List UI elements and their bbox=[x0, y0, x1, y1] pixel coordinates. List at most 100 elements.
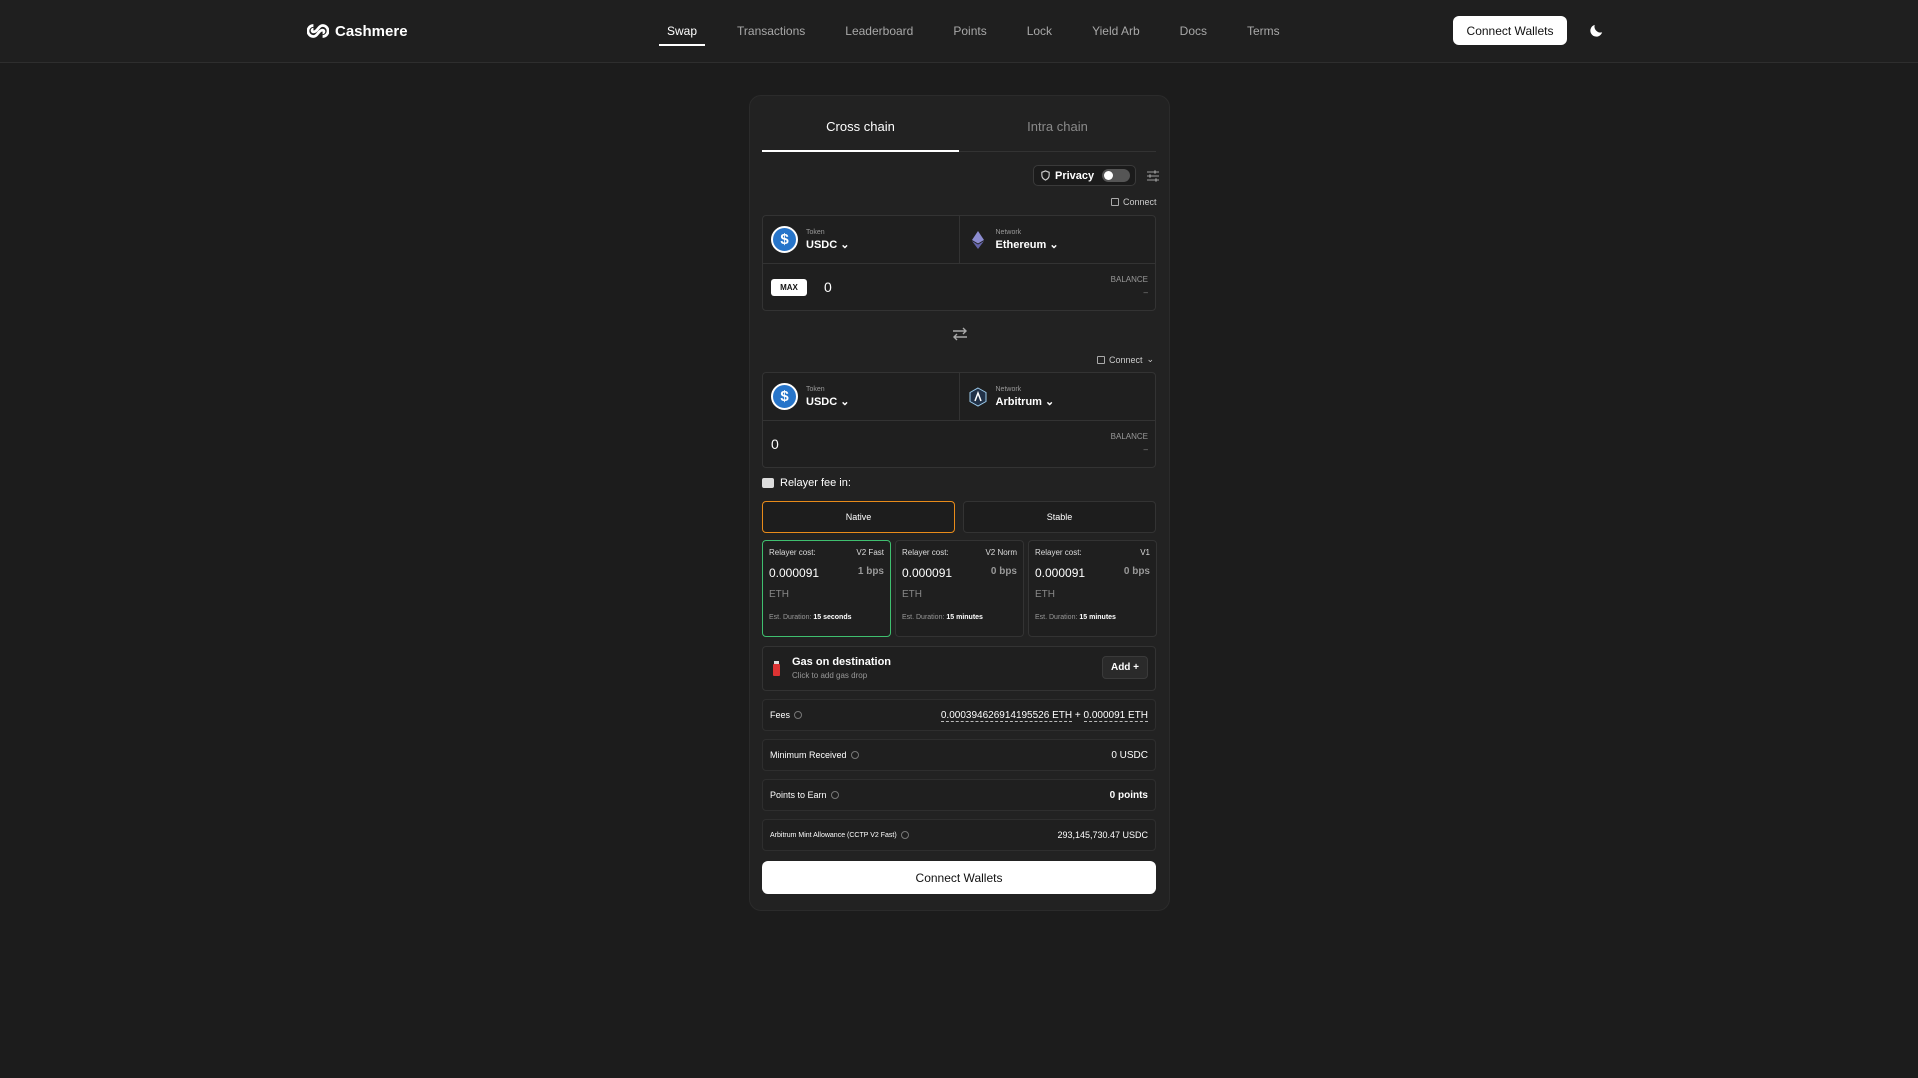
plan-currency: ETH bbox=[902, 589, 922, 600]
from-network-value: Ethereum bbox=[995, 238, 1047, 251]
to-network-label: Network bbox=[995, 385, 1022, 393]
swap-card: Cross chain Intra chain Privacy Connect … bbox=[749, 95, 1170, 911]
brand-name: Cashmere bbox=[335, 22, 408, 40]
to-balance-label: BALANCE bbox=[1110, 432, 1148, 441]
arbitrum-icon bbox=[968, 386, 988, 407]
cashmere-logo-icon bbox=[307, 24, 329, 38]
nav-yield-arb[interactable]: Yield Arb bbox=[1072, 0, 1160, 63]
from-network-label: Network bbox=[995, 228, 1022, 236]
fee-option-stable[interactable]: Stable bbox=[963, 501, 1156, 533]
gas-on-destination-panel[interactable]: Gas on destination Click to add gas drop… bbox=[762, 646, 1156, 691]
fees-value-gas[interactable]: 0.000394626914195526 ETH bbox=[940, 709, 1073, 722]
nav-leaderboard[interactable]: Leaderboard bbox=[825, 0, 933, 63]
swap-direction-icon[interactable] bbox=[951, 327, 969, 341]
connect-wallets-button[interactable]: Connect Wallets bbox=[762, 861, 1156, 894]
usdc-icon: $ bbox=[771, 383, 798, 410]
plan-bps: 0 bps bbox=[1123, 566, 1150, 577]
to-network-value: Arbitrum bbox=[995, 395, 1042, 408]
mint-allowance-value: 293,145,730.47 USDC bbox=[1057, 830, 1148, 840]
chevron-down-icon: ⌄ bbox=[1146, 354, 1155, 364]
header-connect-wallets-button[interactable]: Connect Wallets bbox=[1453, 16, 1567, 45]
top-navigation-bar: Cashmere Swap Transactions Leaderboard P… bbox=[0, 0, 1918, 63]
to-network-selector[interactable]: Network Arbitrum ⌄ bbox=[958, 373, 1156, 420]
max-button[interactable]: MAX bbox=[771, 279, 807, 296]
from-connect-label: Connect bbox=[1123, 197, 1157, 207]
info-icon[interactable] bbox=[850, 751, 859, 759]
gas-subtitle: Click to add gas drop bbox=[792, 671, 868, 680]
chevron-down-icon: ⌄ bbox=[840, 395, 850, 408]
plan-tier: V2 Fast bbox=[856, 548, 884, 557]
to-panel: $ Token USDC ⌄ Network Arbitrum ⌄ 0 BALA… bbox=[762, 372, 1156, 468]
points-label: Points to Earn bbox=[770, 790, 827, 800]
moon-icon[interactable] bbox=[1588, 22, 1605, 39]
relayer-plan-v2-norm[interactable]: Relayer cost: V2 Norm 0.000091 0 bps ETH E… bbox=[895, 540, 1024, 637]
to-connect-link[interactable]: Connect ⌄ bbox=[1097, 354, 1154, 365]
privacy-toggle[interactable]: Privacy bbox=[1033, 165, 1136, 186]
from-amount-input[interactable]: 0 bbox=[824, 279, 832, 295]
relayer-plan-v2-fast[interactable]: Relayer cost: V2 Fast 0.000091 1 bps ETH E… bbox=[762, 540, 891, 637]
fees-row: Fees 0.000394626914195526 ETH + 0.000091… bbox=[762, 699, 1156, 731]
to-balance-value: – bbox=[1143, 445, 1148, 454]
points-value: 0 points bbox=[1109, 789, 1148, 801]
from-network-selector[interactable]: Network Ethereum ⌄ bbox=[958, 216, 1156, 263]
privacy-label: Privacy bbox=[1055, 169, 1095, 182]
plan-tier: V1 bbox=[1140, 548, 1150, 557]
from-token-value: USDC bbox=[806, 238, 838, 251]
from-balance-label: BALANCE bbox=[1110, 275, 1148, 284]
relayer-plan-v1[interactable]: Relayer cost: V1 0.000091 0 bps ETH Est. D… bbox=[1028, 540, 1157, 637]
plan-duration: 15 minutes bbox=[1079, 614, 1116, 621]
tab-cross-chain[interactable]: Cross chain bbox=[762, 116, 959, 152]
fees-label: Fees bbox=[770, 710, 791, 720]
brand-logo[interactable]: Cashmere bbox=[307, 20, 408, 42]
info-icon[interactable] bbox=[830, 791, 839, 799]
plan-cost: 0.000091 bbox=[1035, 566, 1086, 580]
shield-icon bbox=[1041, 170, 1050, 181]
chevron-down-icon: ⌄ bbox=[1045, 395, 1055, 408]
from-connect-link[interactable]: Connect bbox=[1111, 197, 1157, 207]
add-gas-button[interactable]: Add + bbox=[1102, 656, 1148, 679]
plan-label: Relayer cost: bbox=[902, 548, 949, 557]
plan-duration-label: Est. Duration: bbox=[769, 614, 812, 621]
nav-swap[interactable]: Swap bbox=[659, 0, 706, 63]
nav-transactions[interactable]: Transactions bbox=[717, 0, 825, 63]
wallet-icon bbox=[1097, 355, 1105, 364]
to-token-value: USDC bbox=[806, 395, 838, 408]
to-token-selector[interactable]: $ Token USDC ⌄ bbox=[763, 373, 959, 420]
plan-bps: 1 bps bbox=[857, 566, 884, 577]
plan-label: Relayer cost: bbox=[769, 548, 816, 557]
ethereum-icon bbox=[968, 230, 988, 250]
from-balance-value: – bbox=[1143, 288, 1148, 297]
plan-duration-label: Est. Duration: bbox=[902, 614, 945, 621]
privacy-switch[interactable] bbox=[1102, 169, 1131, 182]
plan-bps: 0 bps bbox=[990, 566, 1017, 577]
from-token-selector[interactable]: $ Token USDC ⌄ bbox=[763, 216, 959, 263]
minimum-received-value: 0 USDC bbox=[1111, 749, 1148, 761]
to-connect-label: Connect bbox=[1109, 354, 1143, 365]
sliders-icon[interactable] bbox=[1146, 169, 1160, 183]
relayer-fee-label: Relayer fee in: bbox=[780, 477, 851, 489]
plan-label: Relayer cost: bbox=[1035, 548, 1082, 557]
plan-currency: ETH bbox=[1035, 589, 1055, 600]
to-amount-value: 0 bbox=[771, 436, 779, 452]
fees-value-relayer[interactable]: 0.000091 ETH bbox=[1083, 709, 1148, 722]
nav-terms[interactable]: Terms bbox=[1227, 0, 1300, 63]
fee-option-native[interactable]: Native bbox=[762, 501, 955, 533]
tab-intra-chain[interactable]: Intra chain bbox=[959, 116, 1156, 151]
usdc-icon: $ bbox=[771, 226, 798, 253]
plan-duration: 15 minutes bbox=[946, 614, 983, 621]
plan-tier: V2 Norm bbox=[985, 548, 1017, 557]
info-icon[interactable] bbox=[900, 831, 909, 839]
from-panel: $ Token USDC ⌄ Network Ethereum ⌄ MAX 0 … bbox=[762, 215, 1156, 311]
nav-lock[interactable]: Lock bbox=[1007, 0, 1072, 63]
info-icon[interactable] bbox=[794, 711, 803, 719]
main-nav: Swap Transactions Leaderboard Points Loc… bbox=[659, 0, 1300, 63]
gas-pump-icon bbox=[773, 661, 780, 676]
nav-points[interactable]: Points bbox=[933, 0, 1006, 63]
to-token-label: Token bbox=[806, 385, 825, 393]
chevron-down-icon: ⌄ bbox=[1049, 238, 1059, 251]
minimum-received-label: Minimum Received bbox=[770, 750, 847, 760]
swap-mode-tabs: Cross chain Intra chain bbox=[762, 116, 1156, 152]
mint-allowance-row: Arbitrum Mint Allowance (CCTP V2 Fast) 2… bbox=[762, 819, 1156, 851]
plan-cost: 0.000091 bbox=[769, 566, 820, 580]
nav-docs[interactable]: Docs bbox=[1160, 0, 1227, 63]
